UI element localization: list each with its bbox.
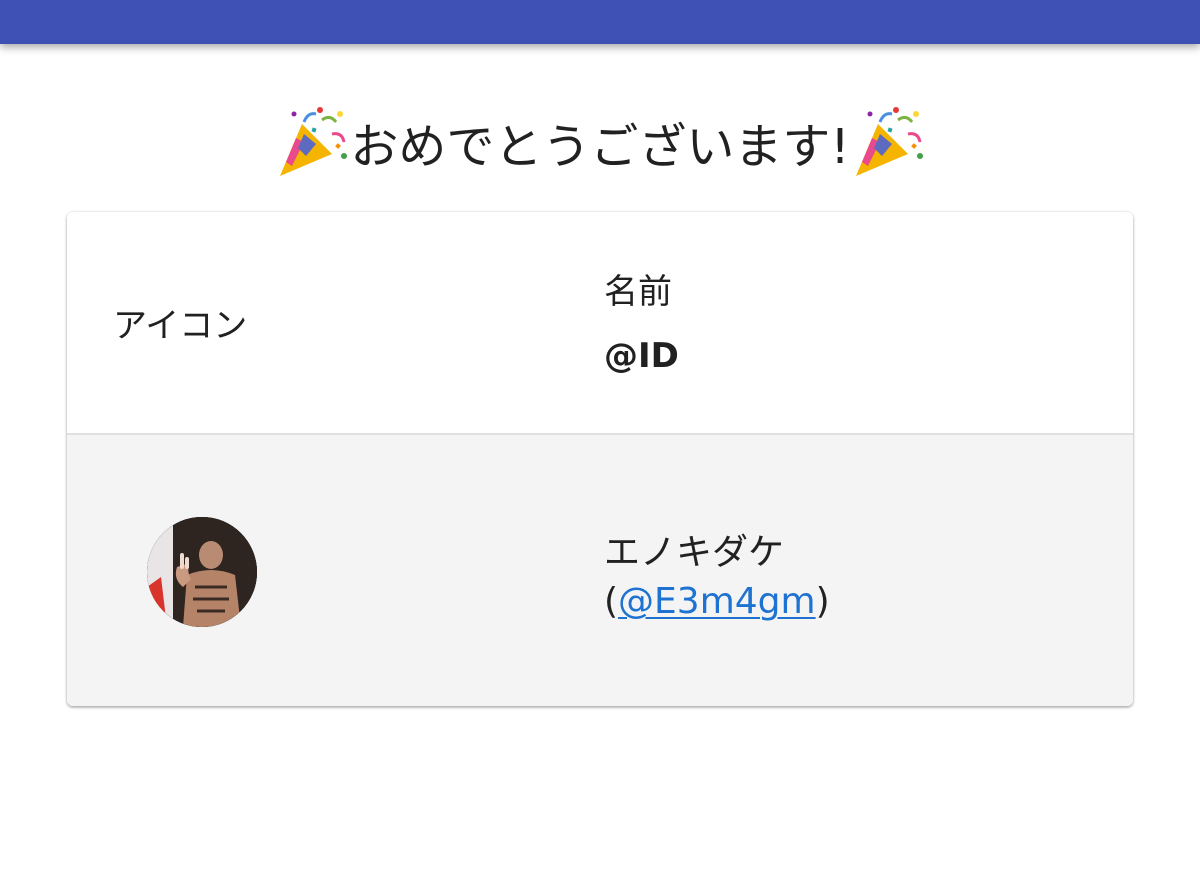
id-open-paren: ( — [604, 581, 619, 622]
user-id: (@E3m4gm) — [604, 581, 830, 622]
id-close-paren: ) — [815, 581, 830, 622]
column-header-name: 名前 — [604, 272, 672, 312]
party-popper-icon — [850, 104, 926, 180]
user-name: エノキダケ — [604, 532, 785, 573]
user-id-link[interactable]: @E3m4gm — [618, 581, 816, 622]
app-bar — [0, 0, 1200, 44]
title-row: おめでとうございます! — [0, 100, 1200, 184]
page-title: おめでとうございます! — [350, 119, 850, 175]
table-header-row: アイコン 名前 @ID — [67, 212, 1133, 435]
avatar — [147, 517, 257, 627]
winner-table-card: アイコン 名前 @ID エノキダケ (@E3m4gm) — [67, 212, 1133, 706]
column-header-id: @ID — [604, 336, 679, 376]
table-row: エノキダケ (@E3m4gm) — [67, 435, 1133, 706]
column-header-icon: アイコン — [113, 306, 248, 346]
party-popper-icon — [274, 104, 350, 180]
